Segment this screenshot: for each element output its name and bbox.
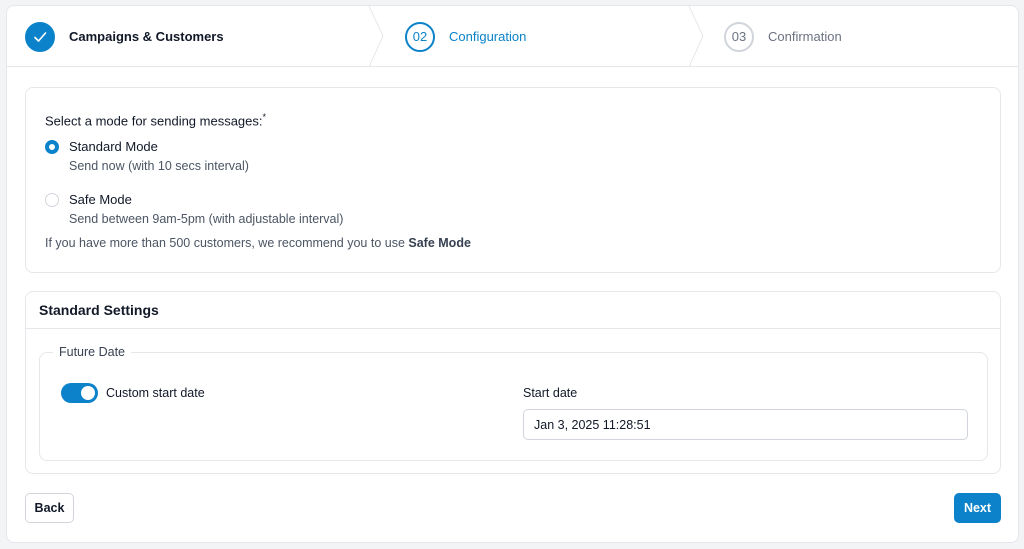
stepper: Campaigns & Customers 02 Configuration 0…	[7, 6, 1018, 67]
custom-start-date-toggle[interactable]	[61, 383, 98, 403]
step-number: 02	[405, 21, 435, 52]
radio-description: Send between 9am-5pm (with adjustable in…	[69, 212, 344, 226]
radio-unselected-icon[interactable]	[45, 192, 59, 207]
step-campaigns-customers[interactable]: Campaigns & Customers	[25, 6, 224, 67]
step-separator-icon	[688, 6, 704, 67]
step-separator-icon	[368, 6, 384, 67]
step-number: 03	[724, 21, 754, 52]
mode-title: Select a mode for sending messages:*	[45, 112, 267, 129]
mode-card: Select a mode for sending messages:* Sta…	[25, 87, 1001, 273]
start-date-label: Start date	[523, 386, 578, 400]
radio-safe-mode[interactable]: Safe Mode	[45, 192, 132, 207]
radio-selected-icon[interactable]	[45, 139, 59, 154]
step-label: Campaigns & Customers	[69, 29, 224, 44]
next-button[interactable]: Next	[954, 493, 1001, 523]
settings-card: Standard Settings Future Date Custom sta…	[25, 291, 1001, 474]
step-confirmation[interactable]: 03 Confirmation	[724, 6, 842, 67]
radio-standard-mode[interactable]: Standard Mode	[45, 139, 158, 154]
group-legend: Future Date	[53, 345, 132, 359]
future-date-group: Future Date Custom start date Start date	[39, 345, 988, 461]
wizard-frame: Campaigns & Customers 02 Configuration 0…	[6, 5, 1019, 543]
start-date-input[interactable]	[523, 409, 968, 440]
step-label: Confirmation	[768, 29, 842, 44]
settings-title: Standard Settings	[26, 292, 1000, 329]
check-icon	[25, 21, 55, 52]
radio-description: Send now (with 10 secs interval)	[69, 159, 249, 173]
radio-label: Safe Mode	[69, 192, 132, 207]
required-mark: *	[262, 112, 267, 122]
radio-label: Standard Mode	[69, 139, 158, 154]
step-configuration[interactable]: 02 Configuration	[405, 6, 526, 67]
back-button[interactable]: Back	[25, 493, 74, 523]
toggle-knob	[81, 386, 95, 400]
toggle-label: Custom start date	[106, 386, 205, 400]
mode-hint: If you have more than 500 customers, we …	[45, 236, 471, 250]
step-label: Configuration	[449, 29, 527, 44]
